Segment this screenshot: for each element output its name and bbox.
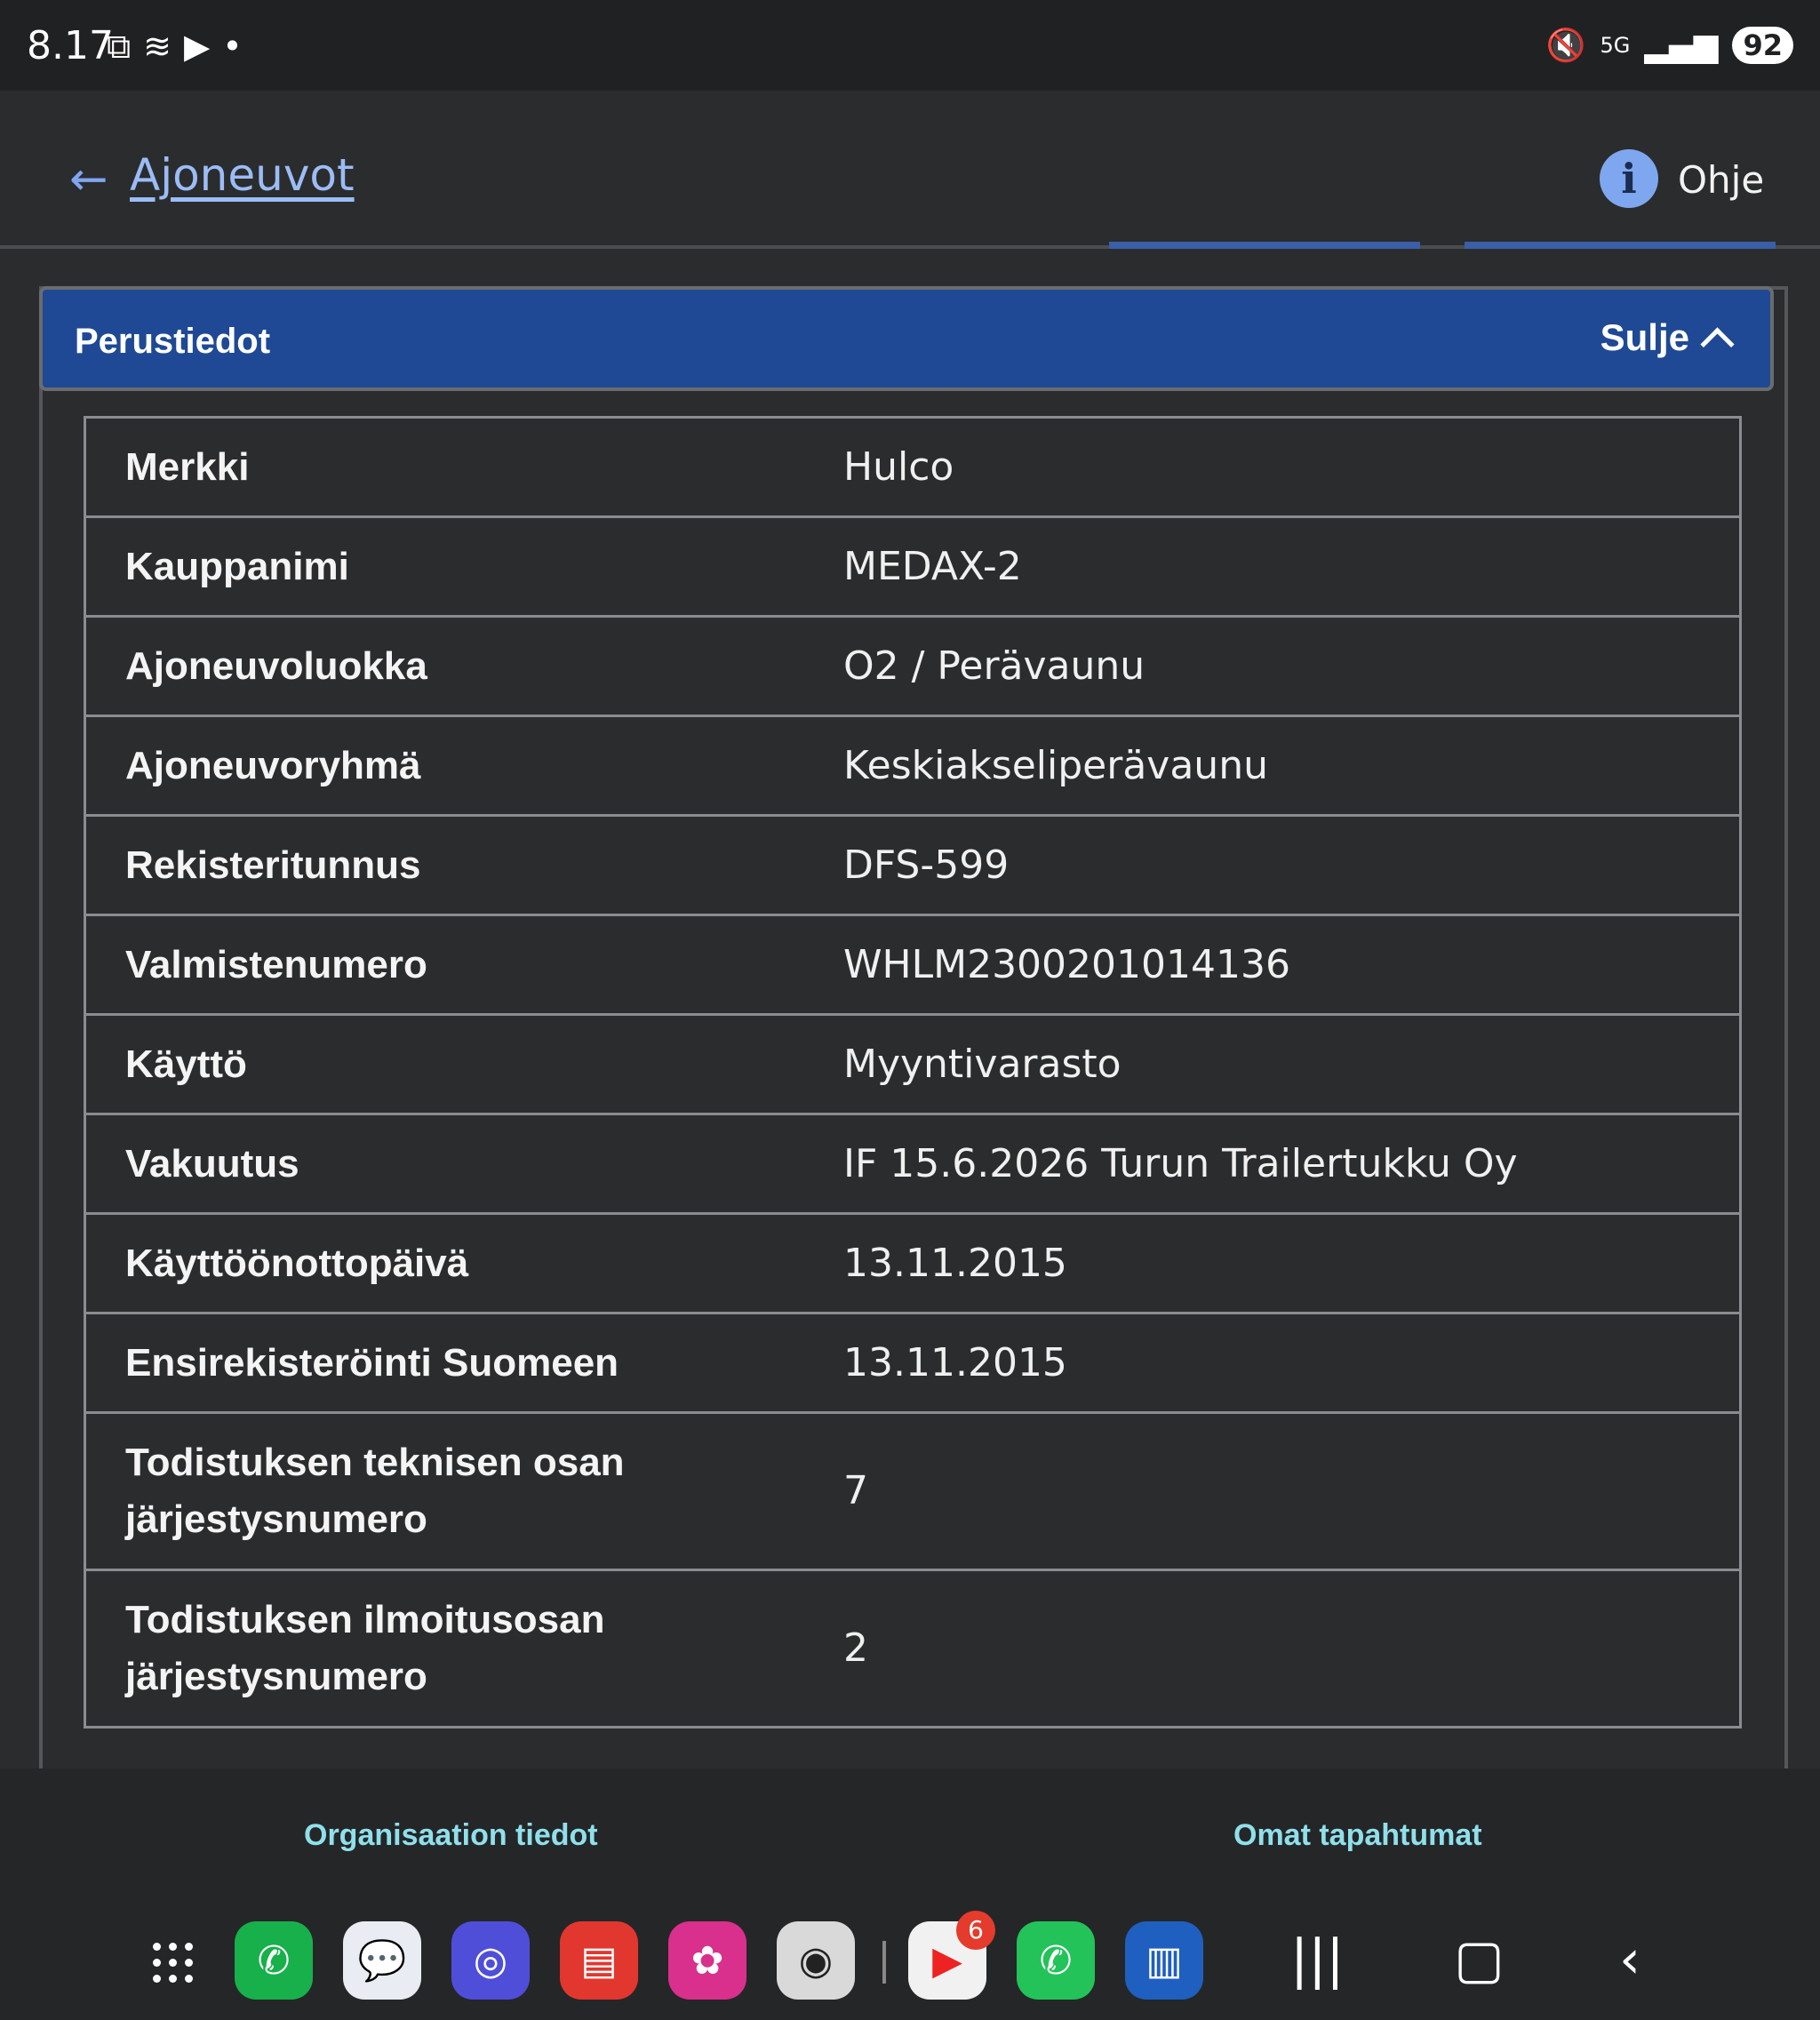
info-icon[interactable]: i — [1600, 149, 1658, 208]
app-drawer-icon[interactable] — [153, 1943, 196, 1985]
back-nav-icon[interactable]: ‹ — [1619, 1928, 1640, 1991]
table-row: Todistuksen ilmoitusosan järjestysnumero… — [86, 1571, 1739, 1729]
youtube-notification-icon: ▶ — [183, 27, 211, 66]
row-value: Hulco — [843, 443, 954, 490]
table-row: Ajoneuvoryhmä Keskiakseliperävaunu — [86, 717, 1739, 817]
table-row: Valmistenumero WHLM2300201014136 — [86, 916, 1739, 1016]
row-label: Käyttöönottopäivä — [125, 1241, 469, 1285]
back-arrow-icon[interactable]: ← — [69, 153, 108, 206]
row-value: 13.11.2015 — [843, 1339, 1067, 1385]
whatsapp-app-icon[interactable]: ✆ — [1017, 1921, 1095, 2000]
details-table: Merkki Hulco Kauppanimi MEDAX-2 Ajoneuvolu… — [84, 416, 1742, 1729]
table-row: Käyttöönottopäivä 13.11.2015 — [86, 1215, 1739, 1314]
row-value: 13.11.2015 — [843, 1240, 1067, 1286]
browser-app-icon[interactable]: ◎ — [451, 1921, 530, 2000]
row-label: Ensirekisteröinti Suomeen — [125, 1340, 619, 1385]
notification-badge: 6 — [956, 1911, 995, 1950]
panel-title: Perustiedot — [75, 322, 271, 361]
mute-icon: 🔇 — [1545, 28, 1586, 64]
app-dock: ✆ 💬 ◎ ▤ ✿ ◉ ▶ 6 ✆ ▥ ||| ▢ ‹ — [0, 1900, 1820, 2020]
table-row: Käyttö Myyntivarasto — [86, 1016, 1739, 1115]
help-link[interactable]: Ohje — [1678, 158, 1764, 202]
row-label: Rekisteritunnus — [125, 842, 421, 887]
notes-app-icon[interactable]: ▤ — [560, 1921, 638, 2000]
back-link[interactable]: Ajoneuvot — [130, 149, 355, 201]
row-value: MEDAX-2 — [843, 543, 1022, 589]
row-value: IF 15.6.2026 Turun Trailertukku Oy — [843, 1140, 1518, 1186]
messages-app-icon[interactable]: 💬 — [343, 1921, 421, 2000]
tab-indicator — [1109, 242, 1420, 249]
network-label: 5G — [1600, 33, 1631, 58]
bottom-navigation: Organisaation tiedot Omat tapahtumat — [0, 1768, 1820, 1900]
dot-icon: • — [222, 27, 243, 66]
phone-app-icon[interactable]: ✆ — [235, 1921, 313, 2000]
panel-header[interactable]: Perustiedot Sulje — [39, 286, 1774, 391]
app-header: ← Ajoneuvot i Ohje — [0, 91, 1820, 249]
trello-app-icon[interactable]: ▥ — [1125, 1921, 1203, 2000]
signal-icon: ▂▄▆ — [1644, 27, 1719, 64]
status-bar: 8.17 ⧉ ≋ ▶ • 🔇 5G ▂▄▆ 92 — [0, 0, 1820, 91]
chevron-up-icon — [1700, 326, 1735, 362]
collapse-label: Sulje — [1600, 316, 1689, 358]
youtube-app-icon[interactable]: ▶ 6 — [908, 1911, 995, 2000]
battery-indicator: 92 — [1732, 27, 1793, 64]
row-label: Merkki — [125, 444, 250, 489]
recents-icon[interactable]: ||| — [1290, 1928, 1345, 1991]
row-label: Käyttö — [125, 1042, 247, 1086]
row-value: WHLM2300201014136 — [843, 941, 1290, 987]
row-value: DFS-599 — [843, 842, 1010, 888]
clock: 8.17 — [27, 23, 114, 68]
dock-separator — [882, 1941, 886, 1984]
collapse-button[interactable]: Sulje — [1600, 316, 1735, 362]
row-value: 2 — [843, 1625, 868, 1671]
row-label: Ajoneuvoluokka — [125, 643, 427, 688]
table-row: Kauppanimi MEDAX-2 — [86, 518, 1739, 618]
own-events-link[interactable]: Omat tapahtumat — [1233, 1818, 1482, 1853]
row-value: Myyntivarasto — [843, 1041, 1122, 1087]
row-label: Todistuksen teknisen osan järjestysnumer… — [125, 1441, 625, 1541]
row-label: Vakuutus — [125, 1141, 299, 1186]
gallery-app-icon[interactable]: ✿ — [668, 1921, 746, 2000]
table-row: Todistuksen teknisen osan järjestysnumer… — [86, 1414, 1739, 1571]
row-label: Kauppanimi — [125, 544, 349, 588]
screenshot-icon: ⧉ — [107, 27, 132, 66]
row-label: Valmistenumero — [125, 942, 427, 986]
table-row: Vakuutus IF 15.6.2026 Turun Trailertukku … — [86, 1115, 1739, 1215]
camera-app-icon[interactable]: ◉ — [777, 1921, 855, 2000]
row-value: Keskiakseliperävaunu — [843, 742, 1268, 788]
stack-icon: ≋ — [143, 27, 172, 66]
table-row: Merkki Hulco — [86, 419, 1739, 518]
table-row: Ensirekisteröinti Suomeen 13.11.2015 — [86, 1314, 1739, 1414]
tab-indicator — [1465, 242, 1776, 249]
row-value: O2 / Perävaunu — [843, 643, 1145, 689]
row-value: 7 — [843, 1468, 868, 1513]
home-icon[interactable]: ▢ — [1454, 1928, 1505, 1991]
table-row: Ajoneuvoluokka O2 / Perävaunu — [86, 618, 1739, 717]
row-label: Todistuksen ilmoitusosan järjestysnumero — [125, 1598, 605, 1698]
table-row: Rekisteritunnus DFS-599 — [86, 817, 1739, 916]
organization-info-link[interactable]: Organisaation tiedot — [304, 1818, 598, 1853]
row-label: Ajoneuvoryhmä — [125, 743, 421, 787]
